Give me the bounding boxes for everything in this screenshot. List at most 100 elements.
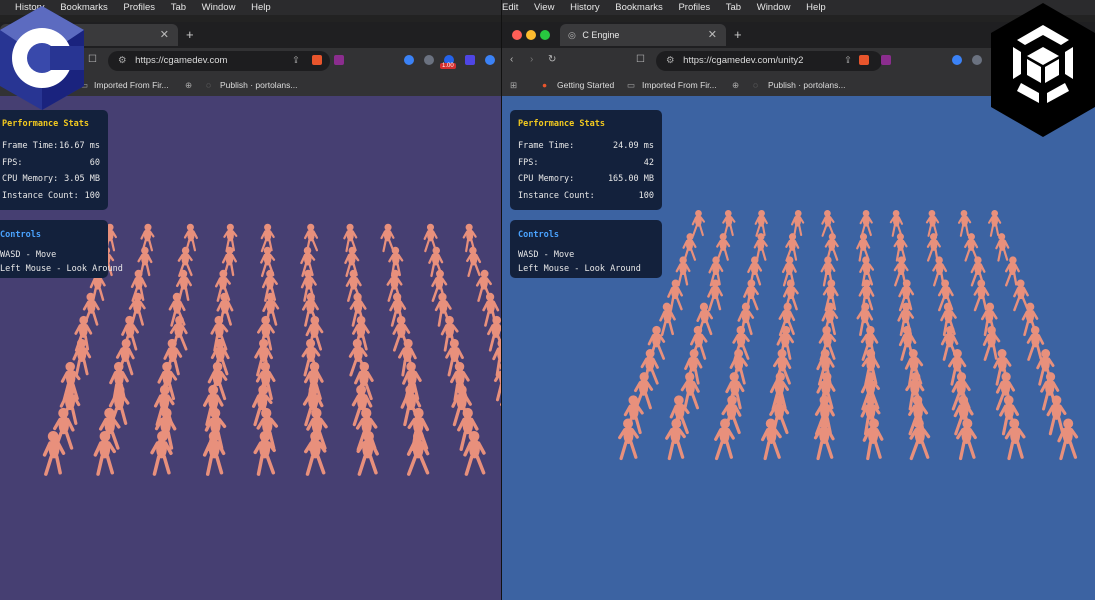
unity-logo bbox=[991, 3, 1095, 137]
window-zoom-button[interactable] bbox=[540, 30, 550, 40]
fps-label: FPS: bbox=[518, 158, 539, 168]
menu-window[interactable]: Window bbox=[757, 0, 791, 15]
character-instance bbox=[722, 210, 736, 237]
share-icon[interactable]: ⇪ bbox=[844, 51, 852, 71]
menu-profiles[interactable]: Profiles bbox=[123, 0, 155, 15]
window-close-button[interactable] bbox=[512, 30, 522, 40]
bookmark-icon[interactable]: ☐ bbox=[636, 54, 645, 65]
webgl-canvas[interactable]: Performance Stats Frame Time: 16.67 ms FP… bbox=[0, 96, 502, 600]
character-instance bbox=[406, 430, 430, 476]
extension-badge: 1.00 bbox=[440, 63, 456, 69]
character-instance bbox=[995, 233, 1010, 262]
character-instance bbox=[926, 233, 941, 262]
window-minimize-button[interactable] bbox=[526, 30, 536, 40]
c-language-logo bbox=[0, 6, 84, 110]
brave-shield-icon[interactable] bbox=[859, 55, 869, 65]
url-text: https://cgamedev.com/unity2 bbox=[683, 55, 804, 66]
character-instance bbox=[140, 223, 155, 253]
extension-icon[interactable] bbox=[465, 55, 475, 65]
brave-shield-icon[interactable] bbox=[312, 55, 322, 65]
bookmark-icon[interactable]: ☐ bbox=[88, 54, 97, 65]
character-instance bbox=[889, 210, 904, 237]
loading-icon: ◌ bbox=[206, 80, 212, 90]
extension-icon[interactable] bbox=[404, 55, 414, 65]
menu-profiles[interactable]: Profiles bbox=[678, 0, 710, 15]
menu-tab[interactable]: Tab bbox=[726, 0, 741, 15]
site-settings-icon[interactable]: ⚙ bbox=[666, 55, 675, 66]
menu-bookmarks[interactable]: Bookmarks bbox=[615, 0, 663, 15]
character-instance bbox=[790, 210, 805, 237]
controls-panel: Controls WASD - Move Left Mouse - Look A… bbox=[510, 220, 662, 278]
menu-help[interactable]: Help bbox=[251, 0, 271, 15]
close-tab-icon[interactable]: ✕ bbox=[708, 24, 717, 46]
frame-time-label: Frame Time: bbox=[518, 141, 575, 151]
close-tab-icon[interactable]: ✕ bbox=[160, 24, 169, 46]
memory-value: 165.00 MB bbox=[607, 174, 654, 184]
brave-rewards-icon[interactable] bbox=[334, 55, 344, 65]
new-tab-icon[interactable]: + bbox=[186, 24, 194, 46]
character-instance bbox=[964, 233, 979, 262]
character-instance bbox=[761, 418, 782, 461]
bookmark-item[interactable]: Getting Started bbox=[557, 74, 614, 96]
instance-count-value: 100 bbox=[638, 191, 654, 201]
menu-tab[interactable]: Tab bbox=[171, 0, 186, 15]
site-settings-icon[interactable]: ⚙ bbox=[118, 55, 127, 66]
memory-label: CPU Memory: bbox=[2, 174, 59, 184]
character-instance bbox=[1026, 325, 1045, 361]
extension-icon[interactable] bbox=[972, 55, 982, 65]
fps-value: 42 bbox=[643, 158, 654, 168]
character-instance bbox=[987, 210, 1002, 237]
character-instance bbox=[343, 223, 358, 253]
extension-icon[interactable] bbox=[424, 55, 434, 65]
character-instance bbox=[380, 223, 395, 253]
menu-edit[interactable]: Edit bbox=[502, 0, 518, 15]
character-instance bbox=[813, 418, 835, 461]
controls-title: Controls bbox=[0, 230, 41, 240]
right-browser-window: Edit View History Bookmarks Profiles Tab… bbox=[502, 0, 1095, 600]
menu-view[interactable]: View bbox=[534, 0, 554, 15]
frame-time-value: 24.09 ms bbox=[613, 141, 654, 151]
controls-move: WASD - Move bbox=[518, 250, 575, 260]
webgl-canvas[interactable]: Performance Stats Frame Time: 24.09 ms FP… bbox=[502, 96, 1095, 600]
firefox-icon: ● bbox=[542, 80, 548, 90]
frame-time-label: Frame Time: bbox=[2, 141, 59, 151]
globe-icon: ⊕ bbox=[732, 80, 740, 90]
globe-icon: ⊕ bbox=[185, 80, 193, 90]
bookmark-item[interactable]: Imported From Fir... bbox=[642, 74, 717, 96]
character-instance bbox=[753, 233, 768, 262]
menu-help[interactable]: Help bbox=[806, 0, 826, 15]
address-bar[interactable]: ⚙ https://cgamedev.com/unity2 ⇪ bbox=[656, 51, 882, 71]
character-instance bbox=[675, 256, 691, 287]
character-instance bbox=[1004, 418, 1026, 461]
apps-grid-icon[interactable]: ⊞ bbox=[510, 74, 517, 96]
extension-icon[interactable] bbox=[485, 55, 495, 65]
character-instance bbox=[466, 246, 482, 278]
character-instance bbox=[785, 233, 800, 262]
new-tab-icon[interactable]: + bbox=[734, 24, 742, 46]
reload-icon[interactable]: ↻ bbox=[548, 54, 556, 65]
address-bar[interactable]: ⚙ https://cgamedev.com ⇪ bbox=[108, 51, 330, 71]
fps-value: 60 bbox=[89, 158, 100, 168]
menu-history[interactable]: History bbox=[570, 0, 600, 15]
fps-label: FPS: bbox=[2, 158, 23, 168]
tab-title: C Engine bbox=[582, 30, 620, 40]
character-instance bbox=[714, 418, 735, 461]
character-instance bbox=[856, 233, 871, 262]
stats-title: Performance Stats bbox=[518, 119, 605, 129]
bookmark-item[interactable]: Publish · portolans... bbox=[220, 74, 297, 96]
character-instance bbox=[1046, 395, 1067, 436]
controls-look: Left Mouse - Look Around bbox=[518, 264, 641, 274]
left-browser-window: History Bookmarks Profiles Tab Window He… bbox=[0, 0, 502, 600]
character-instance bbox=[716, 233, 731, 262]
browser-tab[interactable]: ◎ C Engine ✕ bbox=[560, 24, 726, 46]
back-icon[interactable]: ‹ bbox=[510, 54, 513, 65]
bookmark-item[interactable]: Imported From Fir... bbox=[94, 74, 169, 96]
menu-window[interactable]: Window bbox=[202, 0, 236, 15]
character-instance bbox=[973, 279, 990, 312]
folder-icon: ▭ bbox=[627, 80, 636, 90]
bookmark-item[interactable]: Publish · portolans... bbox=[768, 74, 845, 96]
brave-rewards-icon[interactable] bbox=[881, 55, 891, 65]
share-icon[interactable]: ⇪ bbox=[292, 51, 300, 71]
extension-icon[interactable] bbox=[952, 55, 962, 65]
forward-icon[interactable]: › bbox=[530, 54, 533, 65]
